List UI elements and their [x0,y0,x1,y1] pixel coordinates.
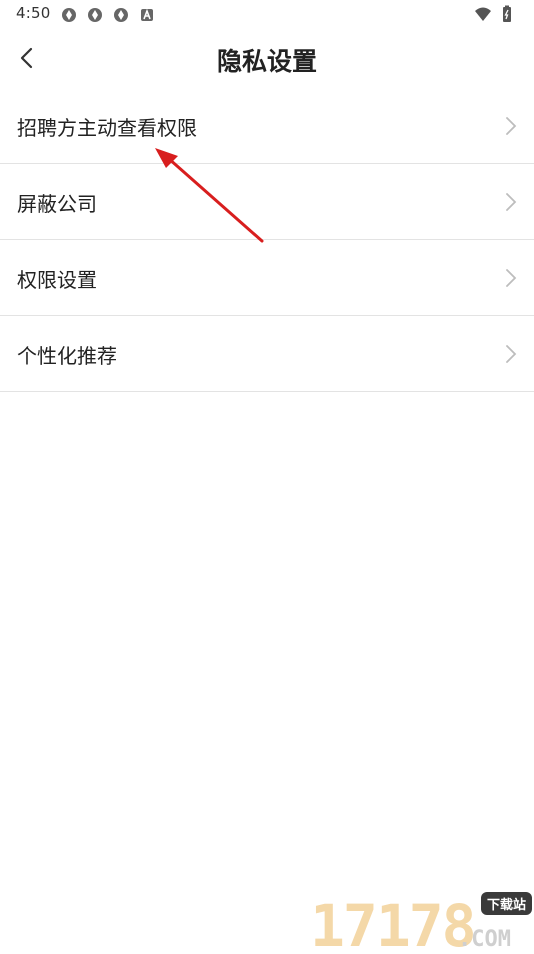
settings-gear-icon [62,8,76,22]
svg-text:17178: 17178 [310,892,475,950]
settings-gear-icon [88,8,102,22]
list-item-label: 个性化推荐 [17,344,117,368]
a-box-icon [141,8,153,21]
svg-text:.COM: .COM [458,927,511,950]
list-item-label: 权限设置 [17,268,97,292]
list-item-personalized-recommendations[interactable]: 个性化推荐 [0,316,534,392]
privacy-settings-list: 招聘方主动查看权限 屏蔽公司 权限设置 个性化推荐 [0,88,534,392]
list-item-block-companies[interactable]: 屏蔽公司 [0,164,534,240]
status-bar: 4:50 [0,0,534,30]
list-item-permission-settings[interactable]: 权限设置 [0,240,534,316]
list-item-recruiter-view-permission[interactable]: 招聘方主动查看权限 [0,88,534,164]
status-right-icons [474,5,516,23]
chevron-right-icon [506,345,517,363]
status-left-icons [60,6,156,24]
wifi-icon [475,7,491,21]
settings-gear-icon [114,8,128,22]
chevron-right-icon [506,117,517,135]
list-item-label: 招聘方主动查看权限 [17,116,197,140]
list-item-label: 屏蔽公司 [17,192,97,216]
nav-bar: 隐私设置 [0,30,534,88]
chevron-right-icon [506,193,517,211]
status-time: 4:50 [16,4,51,22]
watermark-tag: 下载站 [480,892,532,915]
battery-icon [503,5,511,22]
chevron-right-icon [506,269,517,287]
page-title: 隐私设置 [216,47,317,76]
watermark-logo: 17178 .COM 下载站 [308,884,534,954]
